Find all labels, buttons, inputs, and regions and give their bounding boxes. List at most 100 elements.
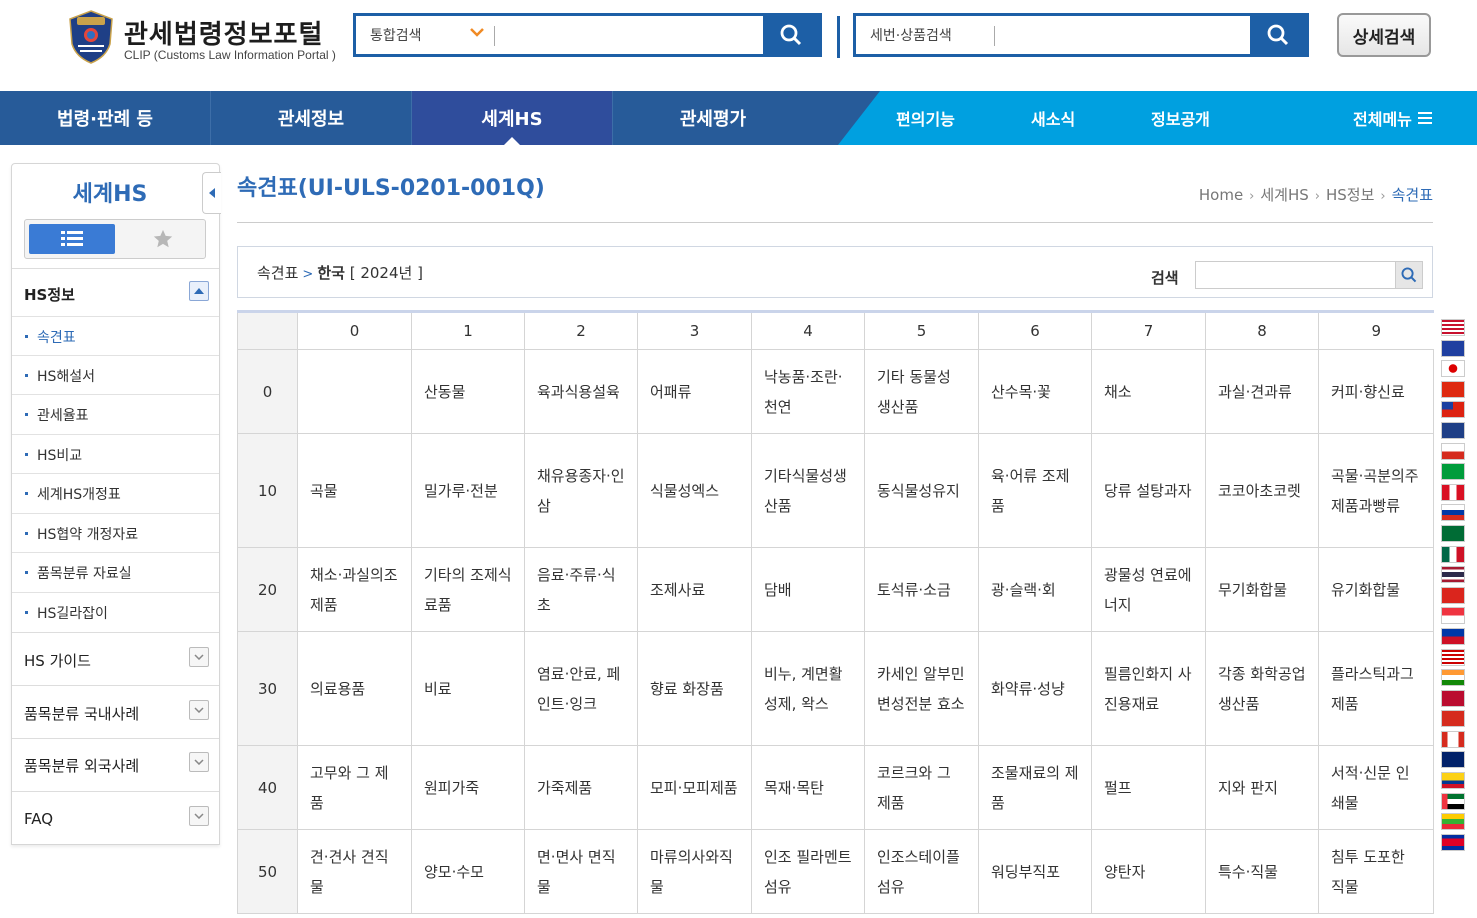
table-cell[interactable]: 조제사료 <box>637 547 752 632</box>
flag-nz-icon[interactable] <box>1441 751 1465 769</box>
table-cell[interactable]: 토석류·소금 <box>864 547 979 632</box>
table-cell[interactable]: 면·면사 면직물 <box>524 829 638 914</box>
nav-item-valuation[interactable]: 관세평가 <box>613 91 813 145</box>
flag-cl-icon[interactable] <box>1441 442 1465 460</box>
table-cell[interactable]: 펄프 <box>1091 745 1206 830</box>
sidebar-item-quick-table[interactable]: 속견표 <box>12 316 219 355</box>
integrated-search-button[interactable] <box>763 16 819 54</box>
table-cell[interactable]: 산동물 <box>411 349 525 434</box>
table-cell[interactable]: 양탄자 <box>1091 829 1206 914</box>
flag-br-icon[interactable] <box>1441 463 1465 481</box>
tab-menu-list[interactable] <box>29 224 115 254</box>
breadcrumb-home[interactable]: Home <box>1199 186 1243 204</box>
flag-ca-icon[interactable] <box>1441 730 1465 748</box>
table-cell[interactable]: 무기화합물 <box>1205 547 1319 632</box>
table-cell[interactable]: 기타식물성생산품 <box>751 433 865 548</box>
flag-jp-icon[interactable] <box>1441 360 1465 378</box>
integrated-search-input[interactable] <box>500 20 760 50</box>
site-logo[interactable]: 관세법령정보포털 CLIP (Customs Law Information P… <box>68 10 358 66</box>
flag-sa-icon[interactable] <box>1441 524 1465 542</box>
table-search-input[interactable] <box>1195 261 1396 289</box>
table-cell[interactable]: 지와 판지 <box>1205 745 1319 830</box>
expand-down-icon[interactable] <box>189 647 209 667</box>
table-cell[interactable]: 광·슬랙·회 <box>978 547 1092 632</box>
table-cell[interactable]: 카세인 알부민 변성전분 효소 <box>864 631 979 746</box>
table-cell[interactable]: 동식물성유지 <box>864 433 979 548</box>
flag-tw-icon[interactable] <box>1441 401 1465 419</box>
table-cell[interactable]: 염료·안료, 페인트·잉크 <box>524 631 638 746</box>
detail-search-button[interactable]: 상세검색 <box>1337 13 1431 57</box>
hs-product-search-input[interactable] <box>1000 20 1248 50</box>
all-menu-button[interactable]: 전체메뉴 <box>1353 91 1432 145</box>
table-cell[interactable]: 워딩부직포 <box>978 829 1092 914</box>
nav-item-convenience[interactable]: 편의기능 <box>896 91 955 145</box>
chevron-down-icon[interactable] <box>467 22 487 42</box>
flag-no-icon[interactable] <box>1441 689 1465 707</box>
table-cell[interactable]: 견·견사 견직물 <box>297 829 412 914</box>
table-cell[interactable]: 서적·신문 인쇄물 <box>1318 745 1434 830</box>
table-cell[interactable]: 조물재료의 제품 <box>978 745 1092 830</box>
table-search-button[interactable] <box>1395 261 1423 289</box>
sidebar-item-hs-convention[interactable]: HS협약 개정자료 <box>12 513 219 552</box>
flag-my-icon[interactable] <box>1441 648 1465 666</box>
sidebar-section-hs-info[interactable]: HS정보 <box>12 268 219 316</box>
expand-down-icon[interactable] <box>189 752 209 772</box>
sidebar-section-faq[interactable]: FAQ <box>12 791 219 844</box>
nav-item-customs-info[interactable]: 관세정보 <box>211 91 411 145</box>
table-cell[interactable]: 담배 <box>751 547 865 632</box>
table-cell[interactable]: 어패류 <box>637 349 752 434</box>
table-cell[interactable]: 인조 필라멘트 섬유 <box>751 829 865 914</box>
flag-sg-icon[interactable] <box>1441 607 1465 625</box>
table-cell[interactable]: 플라스틱과그제품 <box>1318 631 1434 746</box>
flag-kh-icon[interactable] <box>1441 833 1465 851</box>
breadcrumb-world-hs[interactable]: 세계HS <box>1260 186 1308 204</box>
table-cell[interactable]: 밀가루·전분 <box>411 433 525 548</box>
tab-favorites[interactable] <box>125 224 201 254</box>
sidebar-item-hs-guide-book[interactable]: HS길라잡이 <box>12 592 219 631</box>
table-cell[interactable]: 기타 동물성 생산품 <box>864 349 979 434</box>
table-cell[interactable]: 과실·견과류 <box>1205 349 1319 434</box>
table-cell[interactable] <box>297 349 412 434</box>
sidebar-section-foreign-cases[interactable]: 품목분류 외국사례 <box>12 738 219 791</box>
table-cell[interactable]: 향료 화장품 <box>637 631 752 746</box>
sidebar-collapse-button[interactable] <box>202 172 221 214</box>
flag-eu-icon[interactable] <box>1441 339 1465 357</box>
table-cell[interactable]: 육과식용설육 <box>524 349 638 434</box>
expand-down-icon[interactable] <box>189 700 209 720</box>
table-cell[interactable]: 비료 <box>411 631 525 746</box>
table-cell[interactable]: 특수·직물 <box>1205 829 1319 914</box>
table-cell[interactable]: 채유용종자·인삼 <box>524 433 638 548</box>
table-cell[interactable]: 의료용품 <box>297 631 412 746</box>
flag-cn-icon[interactable] <box>1441 380 1465 398</box>
sidebar-item-classification-archive[interactable]: 품목분류 자료실 <box>12 552 219 591</box>
table-cell[interactable]: 광물성 연료에너지 <box>1091 547 1206 632</box>
nav-item-disclosure[interactable]: 정보공개 <box>1151 91 1210 145</box>
table-cell[interactable]: 식물성엑스 <box>637 433 752 548</box>
nav-item-world-hs[interactable]: 세계HS <box>412 91 612 145</box>
sidebar-section-hs-guide[interactable]: HS 가이드 <box>12 632 219 685</box>
collapse-up-icon[interactable] <box>189 281 209 301</box>
table-cell[interactable]: 유기화합물 <box>1318 547 1434 632</box>
flag-pe-icon[interactable] <box>1441 483 1465 501</box>
table-cell[interactable]: 화약류·성냥 <box>978 631 1092 746</box>
flag-au-icon[interactable] <box>1441 421 1465 439</box>
table-cell[interactable]: 산수목·꽃 <box>978 349 1092 434</box>
flag-ph-icon[interactable] <box>1441 627 1465 645</box>
table-cell[interactable]: 채소·과실의조제품 <box>297 547 412 632</box>
flag-ru-icon[interactable] <box>1441 504 1465 522</box>
table-cell[interactable]: 마류의사와직물 <box>637 829 752 914</box>
sidebar-item-tariff-schedule[interactable]: 관세율표 <box>12 394 219 433</box>
table-cell[interactable]: 낙농품·조란·천연 <box>751 349 865 434</box>
table-cell[interactable]: 모피·모피제품 <box>637 745 752 830</box>
table-cell[interactable]: 당류 설탕과자 <box>1091 433 1206 548</box>
table-cell[interactable]: 고무와 그 제품 <box>297 745 412 830</box>
flag-th-icon[interactable] <box>1441 566 1465 584</box>
table-cell[interactable]: 비누, 계면활성제, 왁스 <box>751 631 865 746</box>
breadcrumb-hs-info[interactable]: HS정보 <box>1326 186 1374 204</box>
sidebar-item-hs-compare[interactable]: HS비교 <box>12 434 219 473</box>
table-cell[interactable]: 기타의 조제식료품 <box>411 547 525 632</box>
nav-item-news[interactable]: 새소식 <box>1031 91 1075 145</box>
expand-down-icon[interactable] <box>189 806 209 826</box>
table-cell[interactable]: 코코아초코렛 <box>1205 433 1319 548</box>
sidebar-item-hs-explanatory[interactable]: HS해설서 <box>12 355 219 394</box>
